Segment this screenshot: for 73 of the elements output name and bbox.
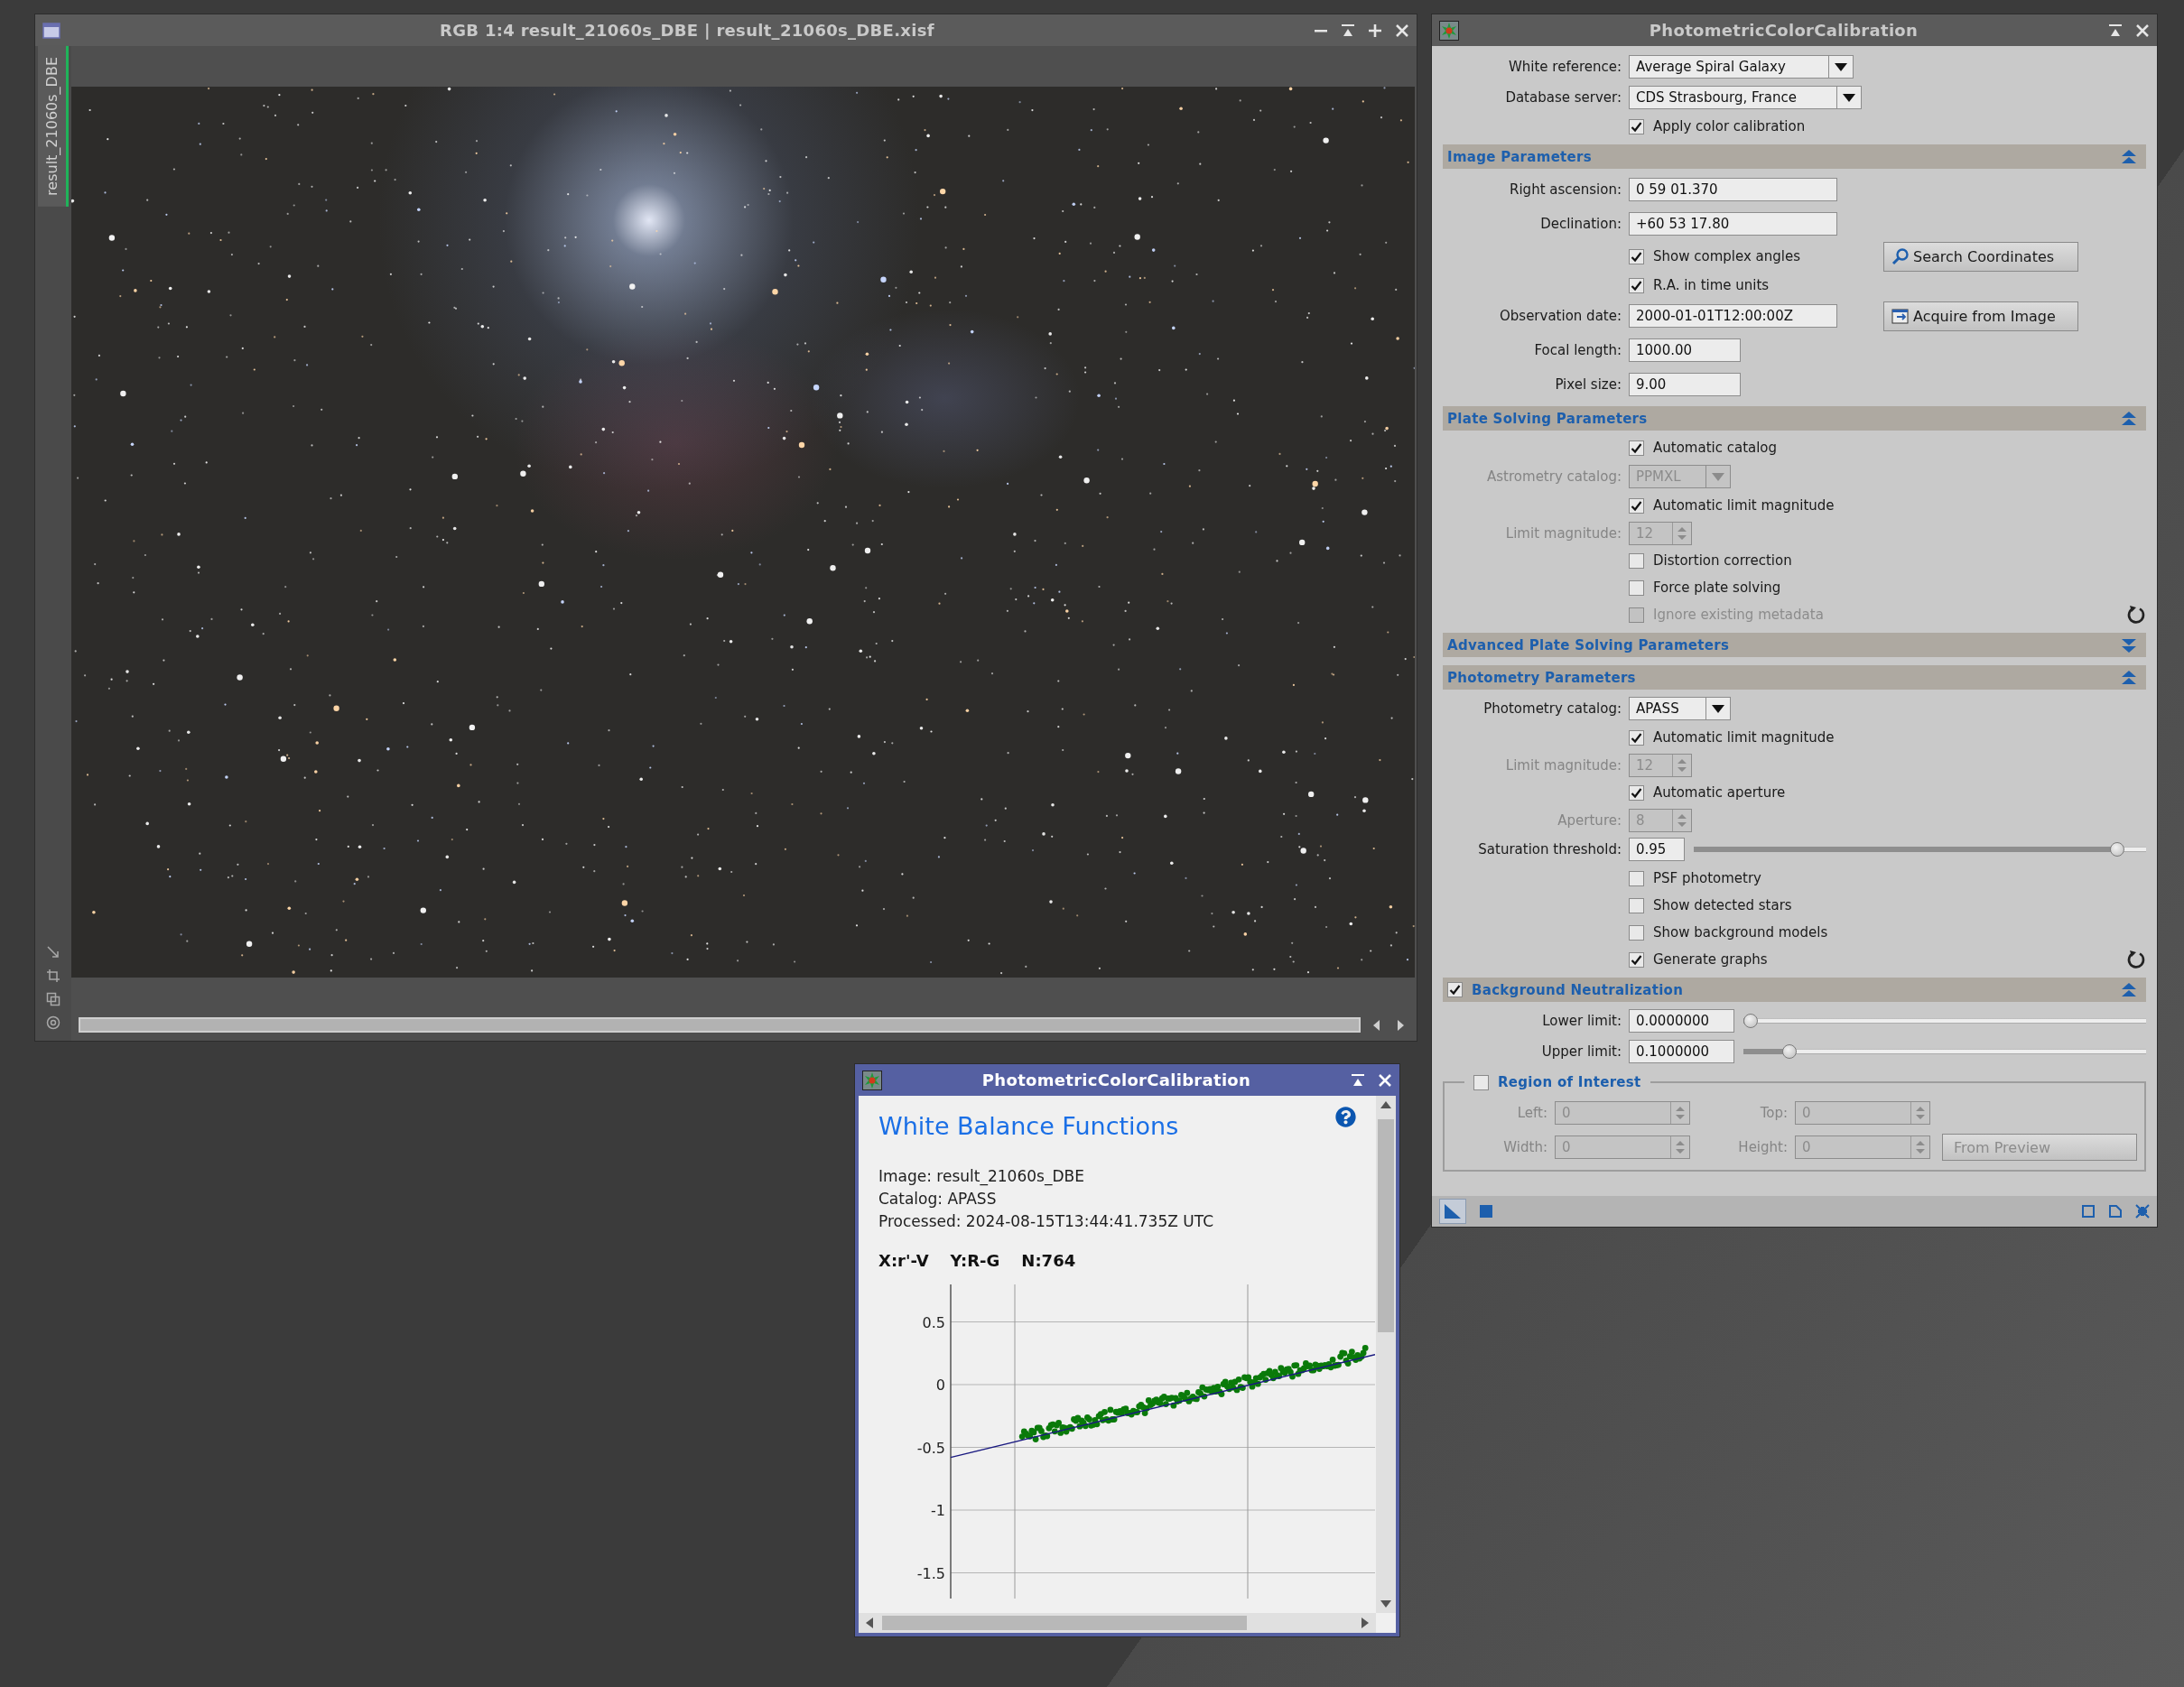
tick-label: -1	[931, 1502, 945, 1519]
tick-label: -0.5	[916, 1439, 945, 1457]
push-button[interactable]: Acquire from Image	[1883, 301, 2078, 331]
field-label: Limit magnitude:	[1504, 524, 1622, 542]
text-field[interactable]: 0 59 01.370	[1629, 178, 1837, 201]
text-field[interactable]: 2000-01-01T12:00:00Z	[1629, 304, 1837, 328]
window-title: PhotometricColorCalibration	[980, 1071, 1252, 1089]
checkbox-label: Apply color calibration	[1653, 118, 1806, 134]
dropdown[interactable]: APASS	[1629, 697, 1731, 720]
push-button[interactable]: Search Coordinates	[1883, 241, 2078, 272]
checkbox-label: Automatic limit magnitude	[1653, 497, 1835, 514]
field-label: Lower limit:	[1541, 1013, 1622, 1029]
axis-label: N:764	[1021, 1251, 1076, 1270]
checkbox-label: Ignore existing metadata	[1653, 607, 1824, 623]
checkbox-label: Automatic aperture	[1653, 784, 1786, 801]
text-field[interactable]: 1000.00	[1629, 338, 1741, 362]
section-title: Photometry Parameters	[1447, 669, 1637, 686]
field-label: Focal length:	[1533, 342, 1622, 358]
text-field[interactable]: +60 53 17.80	[1629, 212, 1837, 236]
field-label: Right ascension:	[1509, 181, 1622, 198]
checkbox-label: Show complex angles	[1653, 248, 1800, 264]
checkbox-label: Automatic catalog	[1653, 440, 1778, 456]
section-header[interactable]: Image Parameters	[1443, 144, 2146, 169]
checkbox-label: Distortion correction	[1653, 552, 1792, 569]
field-label: Declination:	[1539, 216, 1622, 232]
tick-label: 0.5	[922, 1313, 945, 1331]
section-header[interactable]: Background Neutralization	[1443, 978, 2146, 1002]
field-label: Upper limit:	[1540, 1043, 1622, 1060]
field-label: White reference:	[1507, 59, 1622, 75]
checkbox-label: Automatic limit magnitude	[1653, 729, 1835, 746]
checkbox-label: PSF photometry	[1653, 870, 1761, 886]
checkbox-label: Force plate solving	[1653, 579, 1781, 596]
field-label: Top:	[1759, 1105, 1788, 1121]
section-header[interactable]: Plate Solving Parameters	[1443, 406, 2146, 431]
field-label: Aperture:	[1557, 811, 1622, 829]
tick-label: -1.5	[916, 1564, 945, 1582]
text-field[interactable]: 0.95	[1629, 838, 1685, 861]
info-text: Catalog: APASS	[878, 1189, 998, 1210]
axis-label: Y:R-G	[950, 1251, 1000, 1270]
checkbox-label: Show detected stars	[1653, 897, 1792, 913]
checkbox-label: R.A. in time units	[1653, 277, 1770, 293]
field-label: Astrometry catalog:	[1486, 468, 1622, 485]
field-label: Pixel size:	[1554, 376, 1622, 393]
view-tab[interactable]: result_21060s_DBE	[38, 46, 69, 207]
group-title: Region of Interest	[1498, 1074, 1641, 1090]
field-label: Photometry catalog:	[1482, 700, 1622, 717]
window-title: RGB 1:4 result_21060s_DBE | result_21060s_DBE.xisf	[439, 21, 935, 40]
checkbox-label: Show background models	[1653, 924, 1828, 941]
text-field[interactable]: 0.0000000	[1629, 1009, 1734, 1033]
field-label: Height:	[1737, 1139, 1788, 1155]
dropdown[interactable]: CDS Strasbourg, France	[1629, 86, 1862, 109]
section-header[interactable]: Photometry Parameters	[1443, 665, 2146, 690]
text-field[interactable]: 0.1000000	[1629, 1040, 1734, 1063]
section-title: Background Neutralization	[1472, 981, 1685, 998]
section-title: Advanced Plate Solving Parameters	[1447, 636, 1731, 653]
text-field[interactable]: 9.00	[1629, 373, 1741, 396]
info-text: Image: result_21060s_DBE	[878, 1166, 1085, 1188]
field-label: Database server:	[1504, 89, 1622, 106]
section-header[interactable]: Advanced Plate Solving Parameters	[1443, 633, 2146, 657]
section-title: Plate Solving Parameters	[1447, 410, 1649, 427]
field-label: Left:	[1516, 1105, 1547, 1121]
section-title: Image Parameters	[1447, 148, 1593, 165]
field-label: Saturation threshold:	[1477, 841, 1622, 857]
dropdown[interactable]: Average Spiral Galaxy	[1629, 55, 1854, 79]
field-label: Limit magnitude:	[1504, 756, 1622, 774]
window-title: PhotometricColorCalibration	[1648, 21, 1919, 40]
field-label: Width:	[1502, 1139, 1547, 1155]
checkbox-label: Generate graphs	[1653, 951, 1768, 968]
heading: White Balance Functions	[878, 1112, 1179, 1140]
axis-label: X:r'-V	[878, 1251, 929, 1270]
tick-label: 0	[935, 1376, 945, 1394]
info-text: Processed: 2024-08-15T13:44:41.735Z UTC	[878, 1211, 1214, 1232]
field-label: Observation date:	[1499, 308, 1622, 324]
